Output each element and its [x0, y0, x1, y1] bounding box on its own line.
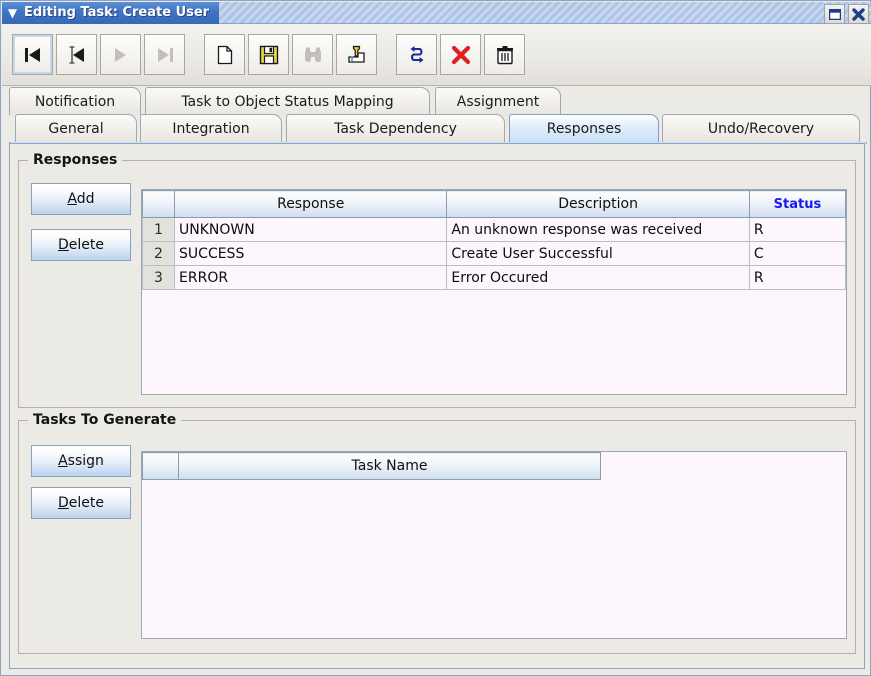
responses-header-row: Response Description Status: [142, 190, 846, 218]
close-button[interactable]: [848, 4, 869, 24]
cell-description[interactable]: An unknown response was received: [446, 217, 750, 242]
query-button[interactable]: [336, 34, 377, 75]
tab-general[interactable]: General: [15, 114, 137, 142]
new-button[interactable]: [204, 34, 245, 75]
tab-label: Assignment: [456, 93, 540, 110]
responses-add-label: Add: [67, 191, 95, 207]
window-controls: [824, 4, 869, 24]
tasks-assign-label: Assign: [58, 453, 104, 469]
restore-icon: [828, 8, 841, 20]
tab-label: Integration: [172, 120, 250, 137]
tab-responses[interactable]: Responses: [509, 114, 659, 142]
binoculars-icon: [304, 47, 321, 62]
responses-tab-pane: Responses Add Delete Response Descriptio…: [9, 143, 865, 669]
responses-column-response[interactable]: Response: [174, 190, 448, 218]
last-record-icon: [157, 47, 173, 62]
cancel-button[interactable]: [440, 34, 481, 75]
query-funnel-icon: [347, 45, 365, 63]
refresh-button[interactable]: [396, 34, 437, 75]
responses-add-button[interactable]: Add: [31, 183, 131, 215]
title-bar: ▼ Editing Task: Create User: [2, 1, 871, 24]
cell-status[interactable]: R: [748, 217, 846, 242]
tab-assignment[interactable]: Assignment: [435, 87, 561, 115]
tasks-grid: Task Name: [142, 452, 601, 480]
close-icon: [852, 7, 865, 21]
responses-body: 1 UNKNOWN An unknown response was receiv…: [142, 217, 846, 290]
toolbar-group-file: [204, 34, 380, 75]
responses-column-description[interactable]: Description: [446, 190, 750, 218]
responses-grid: Response Description Status 1 UNKNOWN An…: [142, 190, 846, 290]
tasks-to-generate-group: Tasks To Generate Assign Delete Task Nam…: [18, 412, 856, 654]
tasks-header-row: Task Name: [142, 452, 601, 480]
trash-can-icon: [496, 45, 513, 64]
first-record-icon: [24, 47, 40, 62]
tab-label: General: [48, 120, 104, 137]
table-row[interactable]: 1 UNKNOWN An unknown response was receiv…: [142, 217, 846, 242]
tab-task-dependency[interactable]: Task Dependency: [286, 114, 505, 142]
table-row[interactable]: 3 ERROR Error Occured R: [142, 265, 846, 290]
row-number: 2: [142, 241, 176, 266]
responses-table[interactable]: Response Description Status 1 UNKNOWN An…: [141, 189, 847, 395]
tasks-empty-area: [142, 480, 846, 638]
tasks-assign-button[interactable]: Assign: [31, 445, 131, 477]
tasks-delete-button[interactable]: Delete: [31, 487, 131, 519]
responses-delete-button[interactable]: Delete: [31, 229, 131, 261]
last-record-button[interactable]: [144, 34, 185, 75]
cell-status[interactable]: R: [748, 265, 846, 290]
first-record-button[interactable]: [12, 34, 53, 75]
tab-notification[interactable]: Notification: [9, 87, 141, 115]
floppy-disk-icon: [259, 45, 278, 64]
responses-column-status[interactable]: Status: [748, 190, 846, 218]
row-number: 3: [142, 265, 176, 290]
responses-corner-header[interactable]: [142, 190, 176, 218]
tasks-to-generate-group-title: Tasks To Generate: [28, 412, 182, 428]
save-button[interactable]: [248, 34, 289, 75]
next-record-button[interactable]: [100, 34, 141, 75]
responses-empty-area: [142, 290, 846, 394]
row-number: 1: [142, 217, 176, 242]
red-x-icon: [451, 45, 470, 64]
title-bar-label-area: ▼ Editing Task: Create User: [2, 1, 220, 24]
tab-label: Undo/Recovery: [707, 120, 815, 137]
find-button[interactable]: [292, 34, 333, 75]
table-row[interactable]: 2 SUCCESS Create User Successful C: [142, 241, 846, 266]
tab-task-to-object-status-mapping[interactable]: Task to Object Status Mapping: [145, 87, 430, 115]
toolbar: [2, 24, 871, 86]
tasks-to-generate-table[interactable]: Task Name: [141, 451, 847, 639]
editing-task-window: ▼ Editing Task: Create User Notification…: [0, 0, 871, 676]
tab-integration[interactable]: Integration: [140, 114, 282, 142]
tab-label: Task to Object Status Mapping: [181, 93, 394, 110]
chevron-down-icon[interactable]: ▼: [5, 5, 20, 20]
cell-status[interactable]: C: [748, 241, 846, 266]
previous-record-icon: [69, 45, 84, 64]
tab-bar: Notification Task to Object Status Mappi…: [9, 87, 865, 143]
tasks-column-task-name[interactable]: Task Name: [178, 452, 601, 480]
delete-button[interactable]: [484, 34, 525, 75]
toolbar-group-navigation: [12, 34, 188, 75]
responses-delete-label: Delete: [58, 237, 104, 253]
window-title: Editing Task: Create User: [24, 5, 210, 20]
tab-label: Task Dependency: [334, 120, 457, 137]
tab-label: Notification: [34, 93, 116, 110]
responses-group: Responses Add Delete Response Descriptio…: [18, 152, 856, 408]
tasks-delete-label: Delete: [58, 495, 104, 511]
cell-description[interactable]: Create User Successful: [446, 241, 750, 266]
previous-record-button[interactable]: [56, 34, 97, 75]
next-record-icon: [114, 47, 126, 62]
new-document-icon: [217, 45, 232, 64]
cell-description[interactable]: Error Occured: [446, 265, 750, 290]
restore-button[interactable]: [824, 4, 845, 24]
cell-response[interactable]: ERROR: [174, 265, 448, 290]
cell-response[interactable]: UNKNOWN: [174, 217, 448, 242]
tasks-corner-header[interactable]: [142, 452, 179, 480]
toolbar-group-actions: [396, 34, 528, 75]
cell-response[interactable]: SUCCESS: [174, 241, 448, 266]
tab-undo-recovery[interactable]: Undo/Recovery: [662, 114, 860, 142]
tab-label: Responses: [546, 120, 622, 137]
refresh-arrows-icon: [410, 45, 423, 63]
responses-group-title: Responses: [28, 152, 123, 168]
